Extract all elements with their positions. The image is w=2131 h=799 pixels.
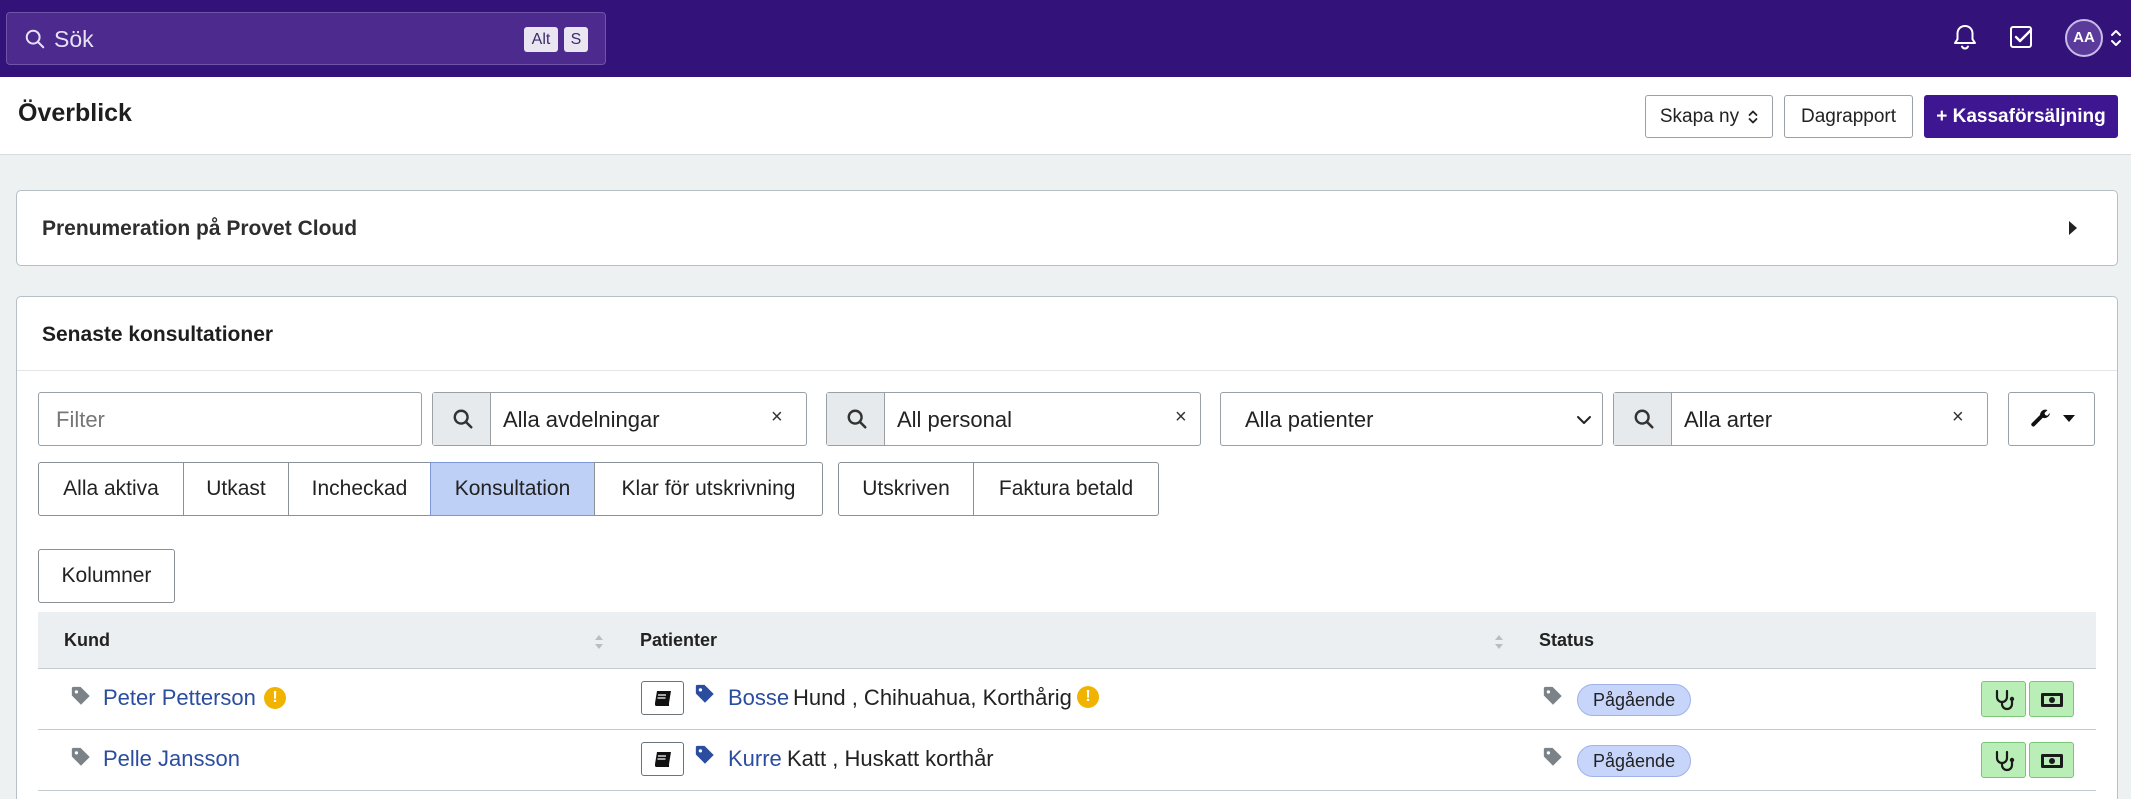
clear-species-icon[interactable]: × bbox=[1952, 406, 1964, 429]
warning-icon[interactable]: ! bbox=[1077, 686, 1099, 708]
patient-link[interactable]: Bosse bbox=[728, 685, 789, 711]
subscription-card-title: Prenumeration på Provet Cloud bbox=[42, 217, 358, 240]
sort-icon[interactable] bbox=[594, 632, 604, 652]
bell-icon[interactable] bbox=[1949, 21, 1981, 53]
species-filter[interactable]: Alla arter × bbox=[1613, 392, 1988, 446]
task-check-icon[interactable] bbox=[2006, 21, 2038, 53]
staff-filter-value: All personal bbox=[897, 407, 1012, 432]
wrench-icon bbox=[2031, 409, 2051, 427]
warning-icon[interactable]: ! bbox=[264, 687, 286, 709]
clear-department-icon[interactable]: × bbox=[771, 406, 783, 429]
tab-checked-in[interactable]: Incheckad bbox=[288, 462, 431, 516]
stethoscope-icon bbox=[1995, 750, 2015, 772]
page-header: Överblick Skapa ny Dagrapport + Kassaför… bbox=[0, 77, 2131, 155]
search-icon bbox=[1634, 409, 1654, 429]
patient-details: Katt , Huskatt korthår bbox=[787, 746, 994, 771]
filter-placeholder: Filter bbox=[56, 407, 105, 432]
caret-down-icon bbox=[2063, 415, 2075, 422]
subscription-card[interactable]: Prenumeration på Provet Cloud bbox=[16, 190, 2118, 266]
patient-record-button[interactable] bbox=[641, 681, 684, 715]
stethoscope-icon bbox=[1995, 689, 2015, 711]
clear-staff-icon[interactable]: × bbox=[1175, 406, 1187, 429]
patient-record-button[interactable] bbox=[641, 742, 684, 776]
top-navigation-bar: Sök Alt S AA bbox=[0, 0, 2131, 77]
customer-link[interactable]: Peter Petterson bbox=[103, 685, 256, 711]
columns-button[interactable]: Kolumner bbox=[38, 549, 175, 603]
customer-link[interactable]: Pelle Jansson bbox=[103, 746, 240, 772]
sort-icon[interactable] bbox=[1494, 632, 1504, 652]
shortcut-key-alt: Alt bbox=[524, 27, 558, 52]
table-header: Kund Patienter Status bbox=[38, 612, 2096, 669]
tab-draft[interactable]: Utkast bbox=[183, 462, 289, 516]
tab-ready-for-discharge[interactable]: Klar för utskrivning bbox=[594, 462, 823, 516]
tab-consultation[interactable]: Konsultation bbox=[430, 462, 595, 516]
patient-select-value: Alla patienter bbox=[1245, 407, 1374, 432]
caret-right-icon[interactable] bbox=[2067, 218, 2079, 238]
tag-icon bbox=[1543, 686, 1562, 705]
tag-icon bbox=[1543, 747, 1562, 766]
day-report-button[interactable]: Dagrapport bbox=[1784, 95, 1913, 138]
patient-link[interactable]: Kurre bbox=[728, 746, 782, 772]
tag-icon bbox=[695, 684, 714, 703]
recent-consultations-title: Senaste konsultationer bbox=[42, 323, 274, 346]
staff-search-addon bbox=[827, 393, 885, 445]
species-filter-value: Alla arter bbox=[1684, 407, 1773, 432]
staff-filter[interactable]: All personal × bbox=[826, 392, 1201, 446]
department-filter-value: Alla avdelningar bbox=[503, 407, 660, 432]
tag-icon bbox=[71, 747, 90, 766]
status-badge: Pågående bbox=[1577, 745, 1692, 777]
table-row[interactable]: Peter Petterson ! Bosse Hund , Chihuahua… bbox=[38, 669, 2096, 730]
create-new-label: Skapa ny bbox=[1659, 105, 1740, 127]
money-icon bbox=[2041, 754, 2063, 768]
money-icon bbox=[2041, 693, 2063, 707]
patient-select[interactable]: Alla patienter bbox=[1220, 392, 1603, 446]
user-avatar[interactable]: AA bbox=[2065, 19, 2103, 57]
settings-dropdown[interactable] bbox=[2008, 392, 2095, 446]
species-search-addon bbox=[1614, 393, 1672, 445]
patient-details: Hund , Chihuahua, Korthårig bbox=[793, 685, 1072, 710]
chevron-updown-icon bbox=[1748, 110, 1758, 123]
book-icon bbox=[654, 752, 671, 767]
tab-invoice-paid[interactable]: Faktura betald bbox=[973, 462, 1159, 516]
payment-button[interactable] bbox=[2029, 742, 2074, 778]
open-consultation-button[interactable] bbox=[1981, 681, 2026, 717]
open-consultation-button[interactable] bbox=[1981, 742, 2026, 778]
department-search-addon bbox=[433, 393, 491, 445]
create-new-dropdown[interactable]: Skapa ny bbox=[1645, 95, 1773, 138]
payment-button[interactable] bbox=[2029, 681, 2074, 717]
search-icon bbox=[847, 409, 867, 429]
tag-icon bbox=[71, 686, 90, 705]
cash-sale-button[interactable]: + Kassaförsäljning bbox=[1924, 95, 2118, 138]
table-row[interactable]: Pelle Jansson Kurre Katt , Huskatt korth… bbox=[38, 730, 2096, 791]
card-divider bbox=[17, 370, 2117, 371]
tab-all-active[interactable]: Alla aktiva bbox=[38, 462, 184, 516]
page-title: Överblick bbox=[18, 99, 132, 127]
search-icon bbox=[25, 29, 45, 49]
chevron-down-icon bbox=[1577, 416, 1591, 424]
tab-discharged[interactable]: Utskriven bbox=[838, 462, 974, 516]
search-placeholder: Sök bbox=[54, 26, 94, 52]
tag-icon bbox=[695, 745, 714, 764]
department-filter[interactable]: Alla avdelningar × bbox=[432, 392, 807, 446]
column-header-customer[interactable]: Kund bbox=[64, 630, 110, 651]
chevron-updown-icon[interactable] bbox=[2110, 27, 2122, 49]
filter-input[interactable]: Filter bbox=[38, 392, 422, 446]
search-icon bbox=[453, 409, 473, 429]
column-header-patients[interactable]: Patienter bbox=[640, 630, 717, 651]
status-badge: Pågående bbox=[1577, 684, 1692, 716]
column-header-status[interactable]: Status bbox=[1539, 630, 1594, 651]
book-icon bbox=[654, 691, 671, 706]
global-search-input[interactable]: Sök Alt S bbox=[6, 12, 606, 65]
shortcut-key-s: S bbox=[564, 27, 588, 52]
